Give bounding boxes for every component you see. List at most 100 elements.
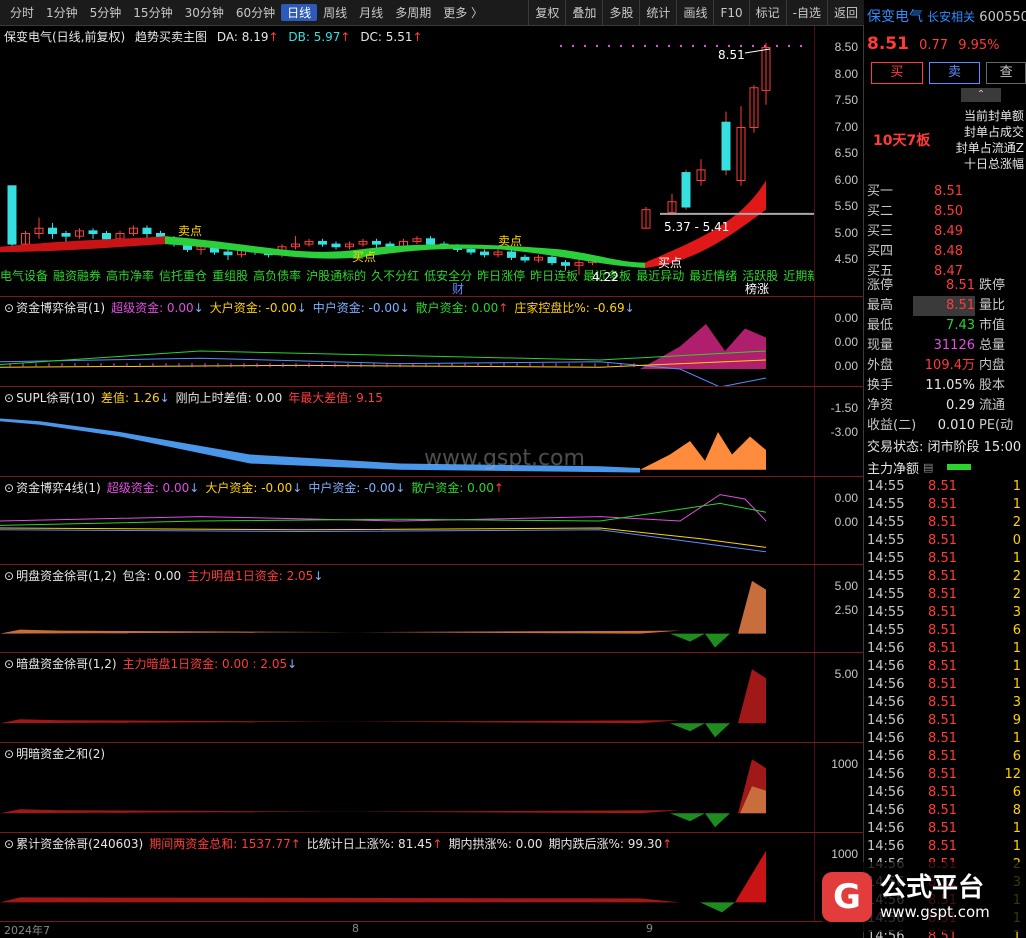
indicator-pane[interactable]: ⊙ 明暗资金之和(2) 1000 [0, 742, 864, 832]
indicator-title[interactable]: 明暗资金之和(2) [16, 747, 105, 761]
toolbar-action-button[interactable]: 多股 [602, 0, 639, 26]
toolbar-action-button[interactable]: 复权 [528, 0, 565, 26]
tick-volume: 0 [1012, 533, 1021, 548]
concept-tag[interactable]: 昨日连板 [530, 269, 578, 283]
period-tab[interactable]: 5分钟 [84, 4, 128, 21]
stock-tag[interactable]: 长安相关 [927, 10, 975, 24]
concept-tag[interactable]: 近期新高 [783, 269, 814, 283]
toolbar-action-button[interactable]: F10 [713, 0, 748, 26]
concept-tag[interactable]: 低安全分 [424, 269, 472, 283]
indicator-value: 超级资金: 0.00 [106, 481, 190, 495]
indicator-title[interactable]: 资金博弈4线(1) [16, 481, 101, 495]
toolbar-action-button[interactable]: -自选 [785, 0, 827, 26]
candle-body [507, 251, 516, 258]
indicator-pane[interactable]: ⊙ 累计资金徐哥(240603) 期间两资金总和: 1537.77↑ 比统计日上涨%:… [0, 832, 864, 921]
indicator-title[interactable]: 累计资金徐哥(240603) [16, 837, 143, 851]
concept-tag[interactable]: 最近情绪 [689, 269, 737, 283]
indicator-pane[interactable]: ⊙ 资金博弈徐哥(1) 超级资金: 0.00↓ 大户资金: -0.00↓ 中户资金: -… [0, 296, 864, 386]
toolbar-action-button[interactable]: 叠加 [565, 0, 602, 26]
tick-row: 14:56 8.51 6 [865, 784, 1026, 802]
db-up-arrow-icon: ↑ [340, 30, 351, 44]
bid-row[interactable]: 买三 8.49 [865, 222, 1026, 242]
period-tab[interactable]: 更多 〉 [437, 4, 489, 21]
tick-time: 14:56 [867, 767, 905, 782]
concept-tag[interactable]: 重组股 [212, 269, 248, 283]
indicator-title[interactable]: SUPL徐哥(10) [16, 391, 95, 405]
period-tab[interactable]: 15分钟 [127, 4, 178, 21]
tick-time: 14:56 [867, 839, 905, 854]
period-tab[interactable]: 日线 [281, 4, 318, 21]
indicator-toggle-icon[interactable]: ⊙ [4, 837, 14, 851]
da-up-arrow-icon: ↑ [268, 30, 279, 44]
concept-tag[interactable]: 信托重仓 [159, 269, 207, 283]
price-line: 8.51 0.77 9.95% [865, 34, 1026, 54]
period-tab[interactable]: 1分钟 [40, 4, 84, 21]
price-chart[interactable] [0, 26, 864, 296]
logo-url: www.gspt.com [880, 903, 990, 921]
concept-tag[interactable]: 沪股通标的 [306, 269, 366, 283]
concept-tag[interactable]: 久不分红 [371, 269, 419, 283]
indicator-pane[interactable]: ⊙ SUPL徐哥(10) 差值: 1.26↓ 刚向上时差值: 0.00 年最大差值: 9… [0, 386, 864, 476]
collapse-arrow-icon[interactable]: ⌃ [961, 88, 1001, 102]
concept-tag[interactable]: 最近异动 [636, 269, 684, 283]
list-icon[interactable]: ▤ [923, 461, 933, 474]
tick-time: 14:56 [867, 695, 905, 710]
bid-row[interactable]: 买一 8.51 [865, 182, 1026, 202]
price-pane-header: 保变电气(日线,前复权) 趋势买卖主图 DA: 8.19↑ DB: 5.97↑ … [4, 28, 429, 45]
indicator-pane[interactable]: ⊙ 暗盘资金徐哥(1,2) 主力暗盘1日资金: 0.00 : 2.05↓ 5.00 [0, 652, 864, 742]
indicator-toggle-icon[interactable]: ⊙ [4, 301, 14, 315]
toolbar-action-button[interactable]: 统计 [639, 0, 676, 26]
concept-tag[interactable]: 融资融券 [53, 269, 101, 283]
concept-tag[interactable]: 高负债率 [253, 269, 301, 283]
indicator-toggle-icon[interactable]: ⊙ [4, 657, 14, 671]
indicator-name[interactable]: 趋势买卖主图 [135, 30, 207, 44]
period-tab[interactable]: 月线 [353, 4, 389, 21]
indicator-toggle-icon[interactable]: ⊙ [4, 747, 14, 761]
toolbar-action-button[interactable]: 标记 [748, 0, 786, 26]
indicator-title[interactable]: 资金博弈徐哥(1) [16, 301, 105, 315]
period-tab[interactable]: 多周期 [389, 4, 437, 21]
mid-fund-line [0, 357, 767, 386]
bid-row[interactable]: 买四 8.48 [865, 242, 1026, 262]
price-pane[interactable]: 保变电气(日线,前复权) 趋势买卖主图 DA: 8.19↑ DB: 5.97↑ … [0, 26, 864, 296]
chart-area[interactable]: 保变电气(日线,前复权) 趋势买卖主图 DA: 8.19↑ DB: 5.97↑ … [0, 26, 864, 938]
indicator-toggle-icon[interactable]: ⊙ [4, 569, 14, 583]
concept-tag[interactable]: 高市净率 [106, 269, 154, 283]
stat-label: 跌停 [979, 278, 1006, 293]
concept-tag[interactable]: 昨日涨停 [477, 269, 525, 283]
period-tab[interactable]: 60分钟 [230, 4, 281, 21]
indicator-value: 庄家控盘比%: -0.69 [514, 301, 625, 315]
indicator-title[interactable]: 明盘资金徐哥(1,2) [16, 569, 116, 583]
sell-button[interactable]: 卖 [928, 62, 981, 84]
indicator-pane[interactable]: ⊙ 明盘资金徐哥(1,2) 包含: 0.00 主力明盘1日资金: 2.05↓ 5.00 2… [0, 564, 864, 652]
period-tab[interactable]: 分时 [4, 4, 40, 21]
price-y-tick: 8.50 [834, 40, 858, 54]
indicator-value: 包含: 0.00 [122, 569, 182, 583]
down-arrow-icon: ↓ [624, 301, 635, 315]
indicator-toggle-icon[interactable]: ⊙ [4, 391, 14, 405]
candle-body [142, 227, 152, 234]
indicator-header: ⊙ 资金博弈徐哥(1) 超级资金: 0.00↓ 大户资金: -0.00↓ 中户资金: -… [4, 299, 641, 316]
period-tab[interactable]: 周线 [317, 4, 353, 21]
stat-row: 最高 8.51 量比 [865, 296, 1026, 316]
stat-label: 量比 [979, 298, 1006, 313]
buy-button[interactable]: 买 [871, 62, 923, 84]
toolbar-action-button[interactable]: 画线 [676, 0, 713, 26]
price-y-tick: 4.50 [834, 252, 858, 266]
concept-tag[interactable]: 电气设备 [0, 269, 48, 283]
tick-price: 8.51 [928, 821, 957, 836]
indicator-pane[interactable]: ⊙ 资金博弈4线(1) 超级资金: 0.00↓ 大户资金: -0.00↓ 中户资金: -… [0, 476, 864, 564]
indicator-value: 期内拱涨%: 0.00 [448, 837, 543, 851]
toolbar-action-button[interactable]: 返回 [826, 0, 864, 26]
bid-row[interactable]: 买二 8.50 [865, 202, 1026, 222]
stock-name[interactable]: 保变电气 [867, 9, 923, 25]
query-button[interactable]: 查 [986, 62, 1026, 84]
stat-label: 内盘 [979, 358, 1006, 373]
tick-volume: 2 [1012, 569, 1021, 584]
tick-time: 14:55 [867, 551, 905, 566]
period-tab[interactable]: 30分钟 [179, 4, 230, 21]
stat-row: 最低 7.43 市值 [865, 316, 1026, 336]
indicator-value: 主力暗盘1日资金: 0.00 : 2.05 [122, 657, 288, 671]
indicator-title[interactable]: 暗盘资金徐哥(1,2) [16, 657, 116, 671]
indicator-toggle-icon[interactable]: ⊙ [4, 481, 14, 495]
